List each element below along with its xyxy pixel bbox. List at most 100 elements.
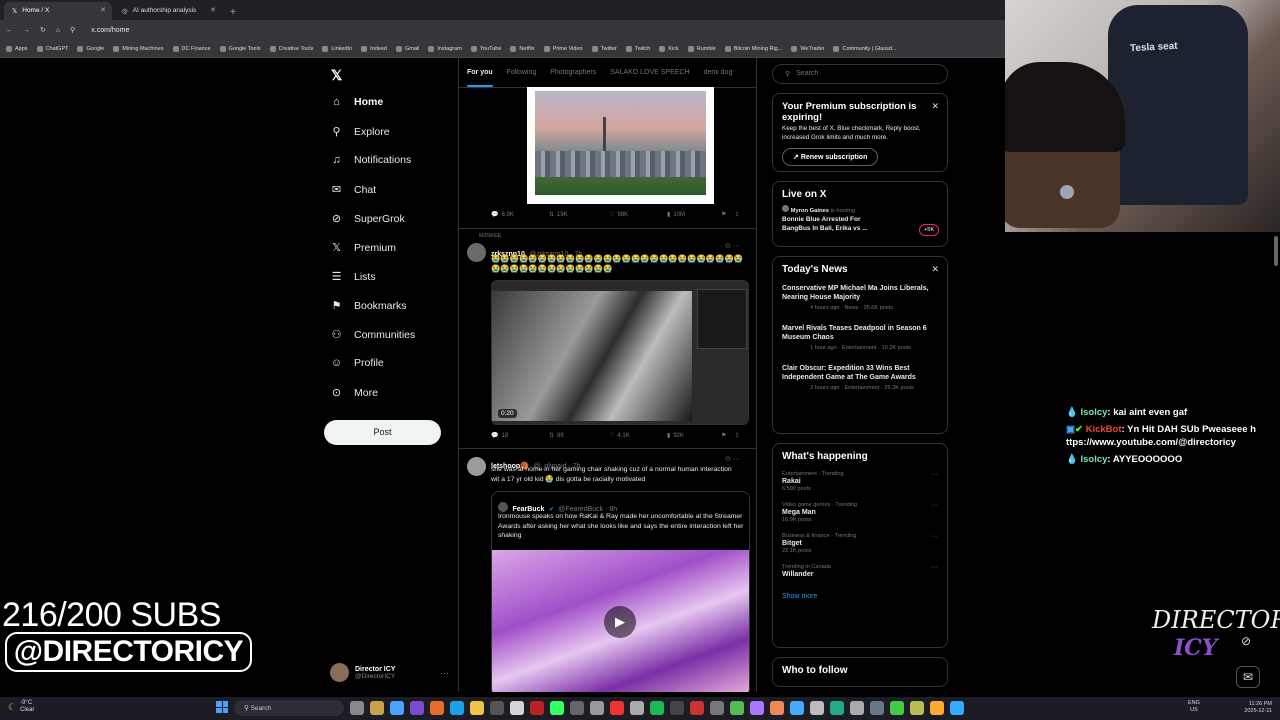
- account-switcher[interactable]: Director ICY @DirectorICY: [330, 663, 395, 682]
- home-icon[interactable]: ⌂: [56, 27, 60, 34]
- trend-item[interactable]: Video game genres · Trending Mega Man 16.9…: [782, 502, 938, 523]
- scrollbar[interactable]: [1274, 236, 1278, 266]
- taskbar-app-icon[interactable]: [670, 701, 684, 715]
- bookmark-item[interactable]: Twitter: [591, 45, 617, 52]
- taskbar-app-icon[interactable]: [870, 701, 884, 715]
- news-item[interactable]: Marvel Rivals Teases Deadpool in Season …: [782, 324, 938, 351]
- taskbar-app-icon[interactable]: [630, 701, 644, 715]
- more-dots-icon[interactable]: ⊙ ···: [725, 455, 740, 463]
- nav-notifications[interactable]: ♫ Notifications: [330, 154, 411, 166]
- taskbar-app-icon[interactable]: [410, 701, 424, 715]
- taskbar-app-icon[interactable]: [750, 701, 764, 715]
- views-button[interactable]: ▮ 92K: [667, 432, 721, 440]
- post-video[interactable]: 0:20: [491, 280, 749, 425]
- taskbar-app-icon[interactable]: [910, 701, 924, 715]
- taskbar-app-icon[interactable]: [890, 701, 904, 715]
- post-button[interactable]: Post: [324, 420, 441, 445]
- bookmark-item[interactable]: Indeed: [361, 45, 387, 52]
- post-zrksznn[interactable]: M3SKEE zrksznn10 @zrksznn10 · 7h ⊙ ··· 😭…: [459, 228, 756, 448]
- like-button[interactable]: ♡ 4.1K: [609, 432, 667, 440]
- more-dots-icon[interactable]: ⊙ ···: [725, 242, 740, 250]
- taskbar-app-icon[interactable]: [470, 701, 484, 715]
- grok-float-icon[interactable]: ⊘: [1241, 634, 1251, 648]
- messages-icon[interactable]: ✉: [1236, 666, 1260, 688]
- nav-lists[interactable]: ☰ Lists: [330, 270, 376, 284]
- taskbar-app-icon[interactable]: [450, 701, 464, 715]
- quote-video[interactable]: ▶: [492, 550, 749, 692]
- like-button[interactable]: ♡ 98K: [609, 211, 667, 219]
- quoted-post[interactable]: FearBuck ✔ @FearedBuck · 8h Ironmouse sp…: [491, 491, 750, 692]
- taskbar-app-icon[interactable]: [950, 701, 964, 715]
- x-logo-icon[interactable]: 𝕏: [331, 67, 342, 84]
- taskbar-app-icon[interactable]: [690, 701, 704, 715]
- weather-widget[interactable]: ☾ -9°C Clear: [8, 700, 34, 714]
- bookmark-item[interactable]: Community | Glassd...: [833, 45, 896, 52]
- taskbar-app-icon[interactable]: [510, 701, 524, 715]
- avatar[interactable]: [467, 457, 486, 476]
- taskbar-app-icon[interactable]: [770, 701, 784, 715]
- reply-button[interactable]: 💬 8.9K: [491, 211, 549, 219]
- share-icon[interactable]: ⇪: [734, 211, 739, 218]
- repost-button[interactable]: ⇅ 19K: [549, 211, 609, 219]
- bookmark-item[interactable]: WeTrader: [791, 45, 824, 52]
- trend-item[interactable]: Business & finance · Trending Bitget 22.1K…: [782, 533, 938, 554]
- nav-supergrok[interactable]: ⊘ SuperGrok: [330, 212, 405, 226]
- tab-home[interactable]: 𝕏 Home / X ✕: [4, 2, 112, 20]
- language-indicator[interactable]: ENG US: [1188, 700, 1200, 714]
- live-card[interactable]: Live on X Myron Gaines is hosting Bonnie…: [772, 181, 948, 247]
- post-image-city[interactable]: [527, 87, 714, 204]
- nav-explore[interactable]: ⚲ Explore: [330, 125, 389, 139]
- close-icon[interactable]: ✕: [931, 264, 939, 275]
- nav-communities[interactable]: ⚇ Communities: [330, 328, 416, 342]
- taskbar-app-icon[interactable]: [830, 701, 844, 715]
- repost-button[interactable]: ⇅ 89: [549, 432, 609, 440]
- tab-following[interactable]: Following: [507, 69, 537, 76]
- taskbar-app-icon[interactable]: [550, 701, 564, 715]
- taskbar-app-icon[interactable]: [530, 701, 544, 715]
- search-input[interactable]: ⚲ Search: [772, 64, 948, 84]
- taskbar-app-icon[interactable]: [610, 701, 624, 715]
- taskbar-app-icon[interactable]: [810, 701, 824, 715]
- clock[interactable]: 11:26 PM 2025-12-11: [1244, 701, 1272, 715]
- share-icon[interactable]: ⇪: [734, 432, 739, 439]
- close-icon[interactable]: ✕: [100, 6, 106, 14]
- news-item[interactable]: Clair Obscur: Expedition 33 Wins Best In…: [782, 364, 938, 391]
- forward-icon[interactable]: →: [23, 27, 30, 34]
- taskbar-app-icon[interactable]: [850, 701, 864, 715]
- taskbar-app-icon[interactable]: [350, 701, 364, 715]
- bookmark-item[interactable]: Creative Tools: [269, 45, 313, 52]
- taskbar-app-icon[interactable]: [570, 701, 584, 715]
- nav-premium[interactable]: 𝕏 Premium: [330, 241, 396, 255]
- reload-icon[interactable]: ↻: [40, 26, 46, 34]
- more-dots-icon[interactable]: ···: [931, 564, 938, 571]
- start-icon[interactable]: [216, 701, 228, 713]
- bookmark-item[interactable]: Mining Machines: [113, 45, 164, 52]
- taskbar-app-icon[interactable]: [930, 701, 944, 715]
- bookmark-item[interactable]: Netflix: [510, 45, 535, 52]
- bookmark-item[interactable]: Bitcoin Mining Rig...: [724, 45, 782, 52]
- taskbar-app-icon[interactable]: [430, 701, 444, 715]
- bookmark-item[interactable]: LinkedIn: [322, 45, 352, 52]
- tab-ai[interactable]: ◎ AI authorship analysis ✕: [114, 2, 222, 20]
- tab-for-you[interactable]: For you: [467, 69, 493, 87]
- bookmark-item[interactable]: Prime Video: [543, 45, 583, 52]
- renew-subscription-button[interactable]: ↗ Renew subscription: [782, 148, 879, 166]
- taskbar-app-icon[interactable]: [790, 701, 804, 715]
- back-icon[interactable]: ←: [6, 27, 13, 34]
- more-dots-icon[interactable]: ···: [931, 471, 938, 478]
- avatar[interactable]: [467, 243, 486, 262]
- taskbar-app-icon[interactable]: [390, 701, 404, 715]
- taskbar-app-icon[interactable]: [490, 701, 504, 715]
- bookmark-item[interactable]: Instagram: [428, 45, 462, 52]
- views-button[interactable]: ▮ 10M: [667, 211, 721, 219]
- close-icon[interactable]: ✕: [210, 6, 216, 14]
- site-info-icon[interactable]: ⚲: [70, 26, 75, 34]
- bookmark-item[interactable]: ChatGPT: [36, 45, 68, 52]
- tab-salako[interactable]: SALAKO LOVE SPEECH: [610, 69, 689, 76]
- news-item[interactable]: Conservative MP Michael Ma Joins Liberal…: [782, 284, 938, 311]
- nav-profile[interactable]: ☺ Profile: [330, 357, 384, 369]
- bookmark-item[interactable]: Google: [77, 45, 104, 52]
- tab-demi-dog[interactable]: demi dog: [704, 69, 733, 76]
- url-field[interactable]: x.com/home: [91, 27, 129, 34]
- bookmark-icon[interactable]: ⚑: [721, 211, 726, 218]
